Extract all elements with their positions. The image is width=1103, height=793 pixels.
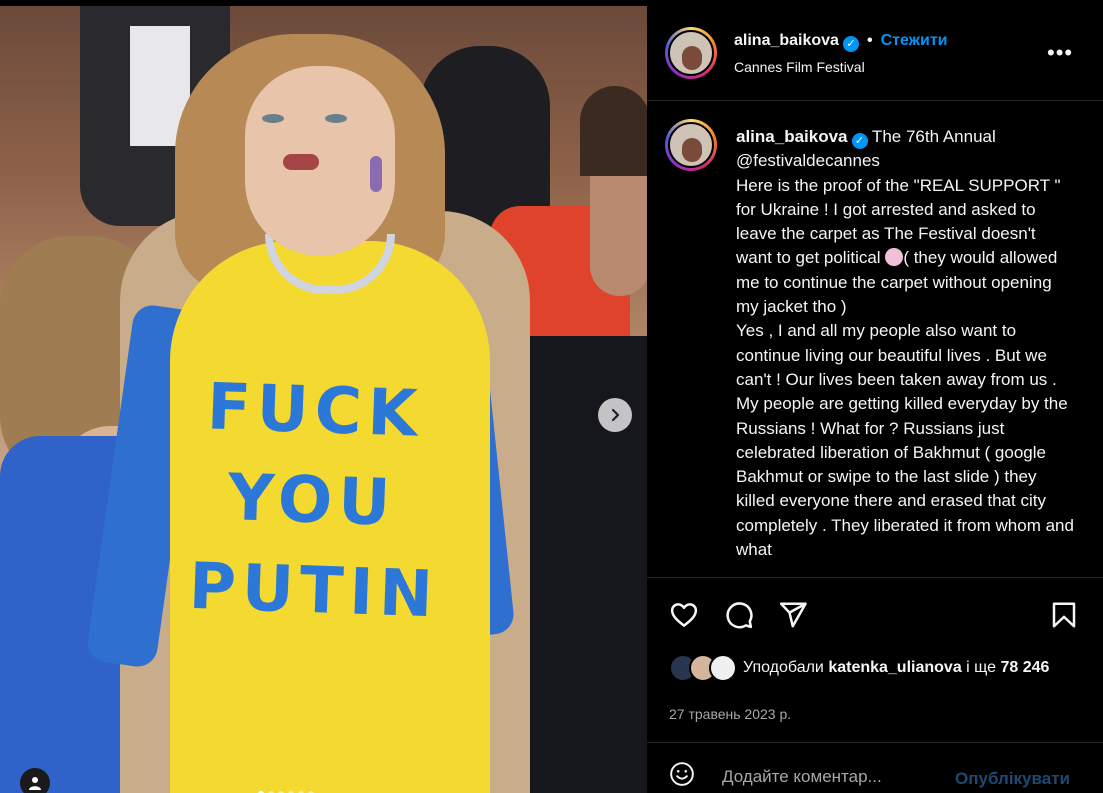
emoji-icon (670, 762, 694, 786)
carousel-next-button[interactable] (598, 398, 632, 432)
eye (325, 114, 347, 123)
likes-text: Уподобали katenka_ulianova і ще 78 246 (743, 656, 1073, 680)
avatar-image (668, 30, 714, 76)
send-icon (779, 602, 807, 628)
chevron-right-icon (611, 408, 620, 422)
caption-text: alina_baikova ✓ The 76th Annual @festival… (736, 125, 1076, 562)
caption-username[interactable]: alina_baikova (736, 127, 848, 146)
likes-count[interactable]: 78 246 (1001, 659, 1050, 676)
author-username-row: alina_baikova ✓ • Стежити (734, 32, 948, 52)
author-username[interactable]: alina_baikova (734, 32, 839, 49)
verified-badge-icon: ✓ (851, 133, 868, 150)
post-date[interactable]: 27 травень 2023 р. (669, 706, 791, 722)
liker-avatar (709, 654, 737, 682)
earring (370, 156, 382, 192)
likes-middle: і ще (961, 659, 1001, 676)
slogan-line: PUTIN (187, 549, 440, 633)
caption-author-avatar[interactable] (665, 119, 717, 171)
caption-section: alina_baikova ✓ The 76th Annual @festival… (647, 101, 1103, 578)
comment-composer: Опублікувати (647, 742, 1103, 793)
slogan-line: YOU (226, 461, 398, 541)
separator-dot: • (866, 32, 873, 49)
verified-badge-icon: ✓ (842, 35, 859, 52)
man-hair (580, 86, 647, 176)
follow-button[interactable]: Стежити (881, 32, 948, 49)
comment-input[interactable] (722, 767, 942, 787)
save-button[interactable] (1047, 598, 1081, 632)
author-avatar[interactable] (665, 27, 717, 79)
eye (262, 114, 284, 123)
post-details-panel: alina_baikova ✓ • Стежити Cannes Film Festi… (647, 0, 1103, 793)
caption-body: The 76th Annual @festivaldecannes Here i… (736, 127, 1061, 268)
likes-prefix: Уподобали (743, 659, 829, 676)
action-bar (647, 578, 1103, 650)
post-header: alina_baikova ✓ • Стежити Cannes Film Festi… (647, 0, 1103, 101)
comment-button[interactable] (722, 598, 756, 632)
share-button[interactable] (776, 598, 810, 632)
caption-body-continued: ( they would allowed me to continue the … (736, 248, 1074, 560)
tshirt-slogan: FUCK YOU PUTIN (187, 362, 440, 640)
post-comment-button[interactable]: Опублікувати (955, 769, 1070, 789)
slogan-line: FUCK (205, 370, 425, 452)
heart-icon (670, 603, 698, 627)
post-location[interactable]: Cannes Film Festival (734, 59, 865, 75)
liker-avatars[interactable] (669, 654, 739, 684)
liker-username[interactable]: katenka_ulianova (828, 659, 961, 676)
avatar-image (668, 122, 714, 168)
emoji-button[interactable] (669, 761, 699, 791)
person-icon (29, 777, 41, 790)
tagged-users-button[interactable] (20, 768, 50, 793)
more-options-icon[interactable]: ••• (1047, 40, 1073, 66)
likes-section: Уподобали katenka_ulianova і ще 78 246 (669, 652, 1099, 712)
bookmark-icon (1052, 602, 1076, 628)
lips (283, 154, 319, 170)
like-button[interactable] (667, 598, 701, 632)
comment-icon (726, 602, 753, 629)
shrug-emoji-icon (885, 248, 904, 267)
post-photo[interactable]: FUCK YOU PUTIN (0, 6, 647, 793)
